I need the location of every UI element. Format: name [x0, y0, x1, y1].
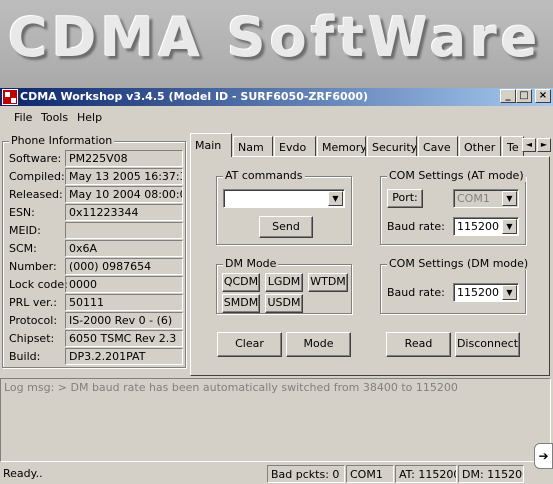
lock-code-label: Lock code: — [9, 278, 68, 291]
smdm-button[interactable]: SMDM — [222, 294, 260, 313]
port-button[interactable]: Port: — [387, 189, 423, 208]
chipset-value: 6050 TSMC Rev 2.3 — [65, 330, 183, 347]
build-value: DP3.2.201PAT — [65, 348, 183, 365]
arrow-right-icon[interactable]: ➔ — [534, 443, 553, 469]
status-dm-baud: DM: 115200 — [458, 465, 524, 483]
baud-rate-at-label: Baud rate: — [387, 220, 445, 233]
tab-memory[interactable]: Memory — [317, 136, 366, 156]
log-panel[interactable]: Log msg: > DM baud rate has been automat… — [0, 378, 551, 462]
compiled-value: May 13 2005 16:37:30 — [65, 168, 183, 185]
menu-help[interactable]: Help — [77, 111, 102, 124]
scm-value: 0x6A — [65, 240, 183, 257]
chevron-down-icon[interactable]: ▼ — [328, 191, 343, 206]
window-title: CDMA Workshop v3.4.5 (Model ID - SURF605… — [20, 90, 369, 103]
compiled-label: Compiled: — [9, 170, 65, 183]
qcdm-button[interactable]: QCDM — [222, 273, 260, 292]
dm-mode-title: DM Mode — [223, 257, 279, 270]
tab-cave[interactable]: Cave — [418, 136, 458, 156]
minimize-button[interactable]: _ — [500, 89, 516, 103]
com-at-title: COM Settings (AT mode) — [387, 169, 526, 182]
esn-value: 0x11223344 — [65, 204, 183, 221]
software-label: Software: — [9, 152, 62, 165]
phone-info-group: Phone Information Software: PM225V08 Com… — [2, 134, 186, 368]
meid-label: MEID: — [9, 224, 41, 237]
usdm-button[interactable]: USDM — [265, 294, 303, 313]
esn-label: ESN: — [9, 206, 35, 219]
port-select: COM1 ▼ — [453, 189, 519, 208]
status-bad-packets: Bad pckts: 0 — [267, 465, 345, 483]
tab-security[interactable]: Security — [367, 136, 417, 156]
tab-other[interactable]: Other — [459, 136, 501, 156]
meid-value — [65, 222, 183, 239]
menu-tools[interactable]: Tools — [41, 111, 68, 124]
chevron-down-icon[interactable]: ▼ — [502, 285, 517, 300]
wtdm-button[interactable]: WTDM — [308, 273, 348, 292]
tab-te[interactable]: Te — [502, 136, 524, 156]
mode-button[interactable]: Mode — [286, 332, 351, 357]
dm-mode-group: DM Mode QCDM LGDM WTDM SMDM USDM — [216, 257, 352, 314]
disconnect-button[interactable]: Disconnect — [455, 332, 520, 357]
baud-rate-at-select[interactable]: 115200 ▼ — [453, 217, 519, 236]
released-label: Released: — [9, 188, 63, 201]
lgdm-button[interactable]: LGDM — [265, 273, 303, 292]
at-commands-title: AT commands — [223, 169, 305, 182]
com-dm-group: COM Settings (DM mode) Baud rate: 115200… — [380, 257, 531, 314]
lock-code-value: 0000 — [65, 276, 183, 293]
phone-info-title: Phone Information — [9, 134, 115, 147]
prl-ver-label: PRL ver.: — [9, 296, 57, 309]
prl-ver-value: 50111 — [65, 294, 183, 311]
tab-scroll-left-icon[interactable]: ◄ — [522, 138, 536, 152]
tab-scroll-right-icon[interactable]: ► — [537, 138, 551, 152]
clear-button[interactable]: Clear — [217, 332, 282, 357]
baud-rate-dm-value: 115200 — [457, 286, 499, 299]
released-value: May 10 2004 08:00:00 — [65, 186, 183, 203]
protocol-value: IS-2000 Rev 0 - (6) — [65, 312, 183, 329]
close-button[interactable]: × — [535, 89, 551, 103]
status-ready: Ready.. — [3, 467, 43, 480]
banner-title: CDMA SoftWare — [8, 6, 542, 69]
log-message: Log msg: > DM baud rate has been automat… — [4, 381, 458, 394]
menu-bar: File Tools Help — [0, 108, 553, 128]
chevron-down-icon[interactable]: ▼ — [502, 219, 517, 234]
tab-main[interactable]: Main — [190, 133, 232, 157]
number-label: Number: — [9, 260, 57, 273]
com-dm-title: COM Settings (DM mode) — [387, 257, 531, 270]
maximize-button[interactable]: □ — [516, 89, 532, 103]
scm-label: SCM: — [9, 242, 37, 255]
chipset-label: Chipset: — [9, 332, 55, 345]
software-value: PM225V08 — [65, 150, 183, 167]
baud-rate-at-value: 115200 — [457, 220, 499, 233]
tab-evdo[interactable]: Evdo — [274, 136, 316, 156]
number-value: (000) 0987654 — [65, 258, 183, 275]
status-at-baud: AT: 115200 — [395, 465, 457, 483]
protocol-label: Protocol: — [9, 314, 58, 327]
at-commands-group: AT commands ▼ Send — [216, 169, 352, 245]
build-label: Build: — [9, 350, 41, 363]
banner: CDMA SoftWare — [0, 0, 553, 88]
com-at-group: COM Settings (AT mode) Port: COM1 ▼ Baud… — [380, 169, 526, 245]
chevron-down-icon: ▼ — [502, 191, 517, 206]
app-icon — [2, 89, 18, 105]
menu-file[interactable]: File — [14, 111, 32, 124]
tab-nam[interactable]: Nam — [233, 136, 273, 156]
read-button[interactable]: Read — [386, 332, 451, 357]
at-command-input[interactable]: ▼ — [223, 189, 345, 208]
port-value: COM1 — [457, 192, 490, 205]
baud-rate-dm-select[interactable]: 115200 ▼ — [453, 283, 519, 302]
status-port: COM1 — [346, 465, 394, 483]
send-button[interactable]: Send — [259, 216, 313, 238]
baud-rate-dm-label: Baud rate: — [387, 286, 445, 299]
window-titlebar[interactable]: CDMA Workshop v3.4.5 (Model ID - SURF605… — [0, 88, 553, 106]
